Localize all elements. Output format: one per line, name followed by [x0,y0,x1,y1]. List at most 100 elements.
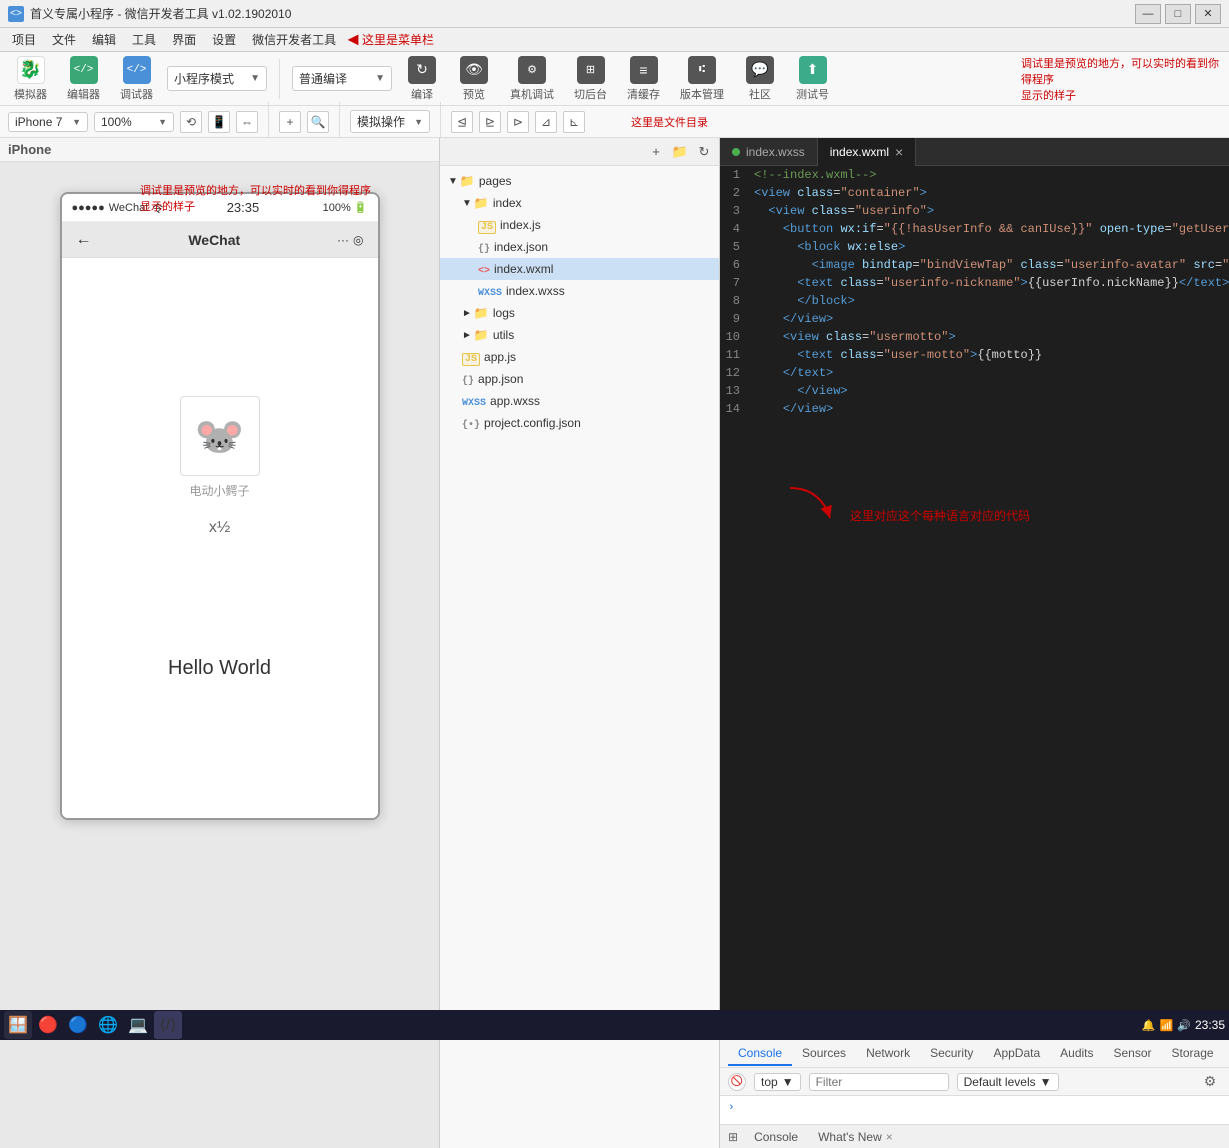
menu-project[interactable]: 项目 [4,29,44,50]
new-file-button[interactable]: + [645,142,667,162]
close-button[interactable]: ✕ [1195,4,1221,24]
refresh-button[interactable]: ↻ [693,142,715,162]
taskbar-icon-terminal[interactable]: 💻 [124,1011,152,1039]
file-item-logs[interactable]: ► 📁 logs [440,302,719,324]
dt-tab-appdata[interactable]: AppData [983,1042,1050,1066]
file-item-index-wxml[interactable]: <> index.wxml [440,258,719,280]
devtools-panel: Console Sources Network Security AppData… [720,1038,1229,1148]
dt-tab-audits[interactable]: Audits [1050,1042,1103,1066]
dt-tab-sensor[interactable]: Sensor [1104,1042,1162,1066]
sort2-btn[interactable]: ⊾ [563,111,585,133]
taskbar-icon-devtool[interactable]: ⟨/⟩ [154,1011,182,1039]
toolbar-backend-button[interactable]: ⊞ 切后台 [568,54,613,104]
toolbar-debugger-button[interactable]: </> 调试器 [114,54,159,104]
wxml-tab-close[interactable]: × [895,144,903,160]
compile-dropdown-arrow: ▼ [375,73,385,84]
toolbar-preview-button[interactable]: 👁 预览 [452,54,496,104]
toolbar-version-button[interactable]: ⑆ 版本管理 [674,54,730,104]
file-item-project-config[interactable]: {•} project.config.json [440,412,719,434]
rotate-button[interactable]: ⟲ [180,111,202,133]
toolbar-cache-button[interactable]: ≡ 清缓存 [621,54,666,104]
taskbar-icon-browser[interactable]: 🔴 [34,1011,62,1039]
file-item-index-folder[interactable]: ▼ 📁 index [440,192,719,214]
toolbar-simulator-button[interactable]: 🐉 模拟器 [8,54,53,104]
dt-tab-network[interactable]: Network [856,1042,920,1066]
file-item-pages[interactable]: ▼ 📁 pages [440,170,719,192]
console-gear-button[interactable]: ⚙ [1199,1071,1221,1093]
mode-dropdown[interactable]: 小程序模式 ▼ [167,66,267,91]
dt-tab-sources[interactable]: Sources [792,1042,856,1066]
subtab-whatsnew-close[interactable]: × [886,1130,893,1144]
console-top-select[interactable]: top ▼ [754,1073,801,1091]
console-clear-button[interactable]: 🚫 [728,1073,746,1091]
menu-settings[interactable]: 设置 [204,29,244,50]
pages-expand-icon: ▼ [448,176,458,187]
step-over-btn[interactable]: ⊳ [507,111,529,133]
console-content: › [720,1096,1229,1124]
menu-tools[interactable]: 工具 [124,29,164,50]
toolbar-editor-button[interactable]: </> 编辑器 [61,54,106,104]
phone-button[interactable]: 📱 [208,111,230,133]
tab-wxml[interactable]: index.wxml × [818,138,917,166]
file-item-app-wxss[interactable]: WXSS app.wxss [440,390,719,412]
window-controls: — □ ✕ [1135,4,1221,24]
taskbar-icon-app2[interactable]: 🔵 [64,1011,92,1039]
new-folder-button[interactable]: 📁 [669,142,691,162]
dt-tab-trace[interactable]: Trace [1224,1042,1229,1066]
simulate-dropdown[interactable]: 模拟操作 ▼ [350,110,430,133]
add-button[interactable]: + [279,111,301,133]
minimize-button[interactable]: — [1135,4,1161,24]
file-item-index-wxss[interactable]: WXSS index.wxss [440,280,719,302]
code-annotation-text: 这里对应这个每种语言对应的代码 [850,508,1030,538]
file-item-app-js[interactable]: JS app.js [440,346,719,368]
sort-btn[interactable]: ⊿ [535,111,557,133]
scale-dropdown[interactable]: 100% ▼ [94,112,174,132]
file-item-app-json[interactable]: {} app.json [440,368,719,390]
search-button[interactable]: 🔍 [307,111,329,133]
app-js-label: app.js [484,350,516,364]
file-item-index-js[interactable]: JS index.js [440,214,719,236]
device-dropdown[interactable]: iPhone 7 ▼ [8,112,88,132]
compile-btn2[interactable]: ⊴ [451,111,473,133]
simulator-icon: 🐉 [17,56,45,84]
toolbar-test-button[interactable]: ⬆ 测试号 [790,54,835,104]
menu-wechat-devtools[interactable]: 微信开发者工具 [244,29,344,50]
dt-tab-storage[interactable]: Storage [1162,1042,1224,1066]
avatar-image: 🐭 [180,396,260,476]
menu-file[interactable]: 文件 [44,29,84,50]
code-area[interactable]: 1 <!--index.wxml--> 2 <view class="conta… [720,166,1229,1016]
toolbar2-separator3 [440,102,441,142]
step-btn[interactable]: ⊵ [479,111,501,133]
code-line-5: 5 <block wx:else> [720,238,1229,256]
maximize-button[interactable]: □ [1165,4,1191,24]
taskbar-icon-web[interactable]: 🌐 [94,1011,122,1039]
expand-button[interactable]: ⇔ [236,111,258,133]
menu-edit[interactable]: 编辑 [84,29,124,50]
file-item-utils[interactable]: ► 📁 utils [440,324,719,346]
dt-tab-console[interactable]: Console [728,1042,792,1066]
device-label: 真机调试 [510,86,554,102]
compile-dropdown[interactable]: 普通编译 ▼ [292,66,392,91]
console-levels-select[interactable]: Default levels ▼ [957,1073,1059,1091]
code-line-2: 2 <view class="container"> [720,184,1229,202]
file-toolbar: + 📁 ↻ [440,138,719,166]
dt-tab-security[interactable]: Security [920,1042,983,1066]
toolbar-community-button[interactable]: 💬 社区 [738,54,782,104]
taskbar-icon-start[interactable]: 🪟 [4,1011,32,1039]
file-item-index-json[interactable]: {} index.json [440,236,719,258]
console-filter-input[interactable] [809,1073,949,1091]
menu-interface[interactable]: 界面 [164,29,204,50]
code-line-7: 7 <text class="userinfo-nickname">{{user… [720,274,1229,292]
tab-wxss[interactable]: index.wxss [720,138,818,166]
toolbar-device-button[interactable]: ⚙ 真机调试 [504,54,560,104]
dt-subtab-whatsnew[interactable]: What's New × [808,1128,903,1146]
index-wxml-label: index.wxml [494,262,553,276]
line-num-10: 10 [720,328,750,346]
dt-subtab-console[interactable]: Console [744,1128,808,1146]
taskbar: 🪟 🔴 🔵 🌐 💻 ⟨/⟩ 🔔 📶 🔊 23:35 [0,1010,1229,1040]
taskbar-time: 23:35 [1195,1018,1225,1032]
toolbar-compile-button[interactable]: ↻ 编译 [400,54,444,104]
console-arrow[interactable]: › [728,1102,735,1114]
line-num-8: 8 [720,292,750,310]
code-line-12: 12 </text> [720,364,1229,382]
